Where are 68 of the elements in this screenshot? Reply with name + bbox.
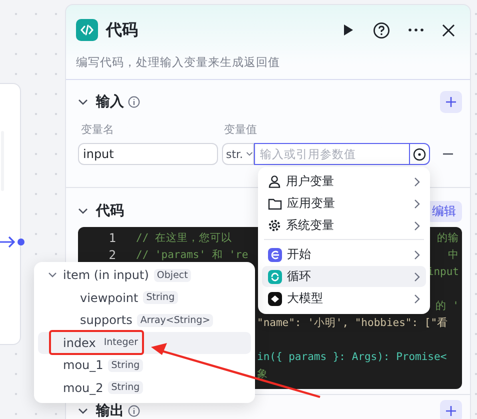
type-tag: Array<String> bbox=[137, 314, 214, 327]
code-text: 象 bbox=[257, 366, 268, 380]
run-icon[interactable] bbox=[341, 23, 355, 37]
code-text: 中 bbox=[448, 248, 459, 262]
section-title: 输入 bbox=[96, 93, 124, 111]
panel-title: 代码 bbox=[106, 20, 138, 40]
tree-item[interactable]: supports Array<String> bbox=[38, 309, 251, 332]
close-icon[interactable] bbox=[442, 24, 455, 36]
tree-item[interactable]: index Integer bbox=[38, 332, 251, 354]
loop-icon bbox=[268, 270, 282, 284]
connector-arrow-icon bbox=[0, 236, 26, 248]
more-icon[interactable] bbox=[408, 28, 424, 32]
tree-item[interactable]: item (in input) Object bbox=[38, 264, 251, 286]
plus-icon bbox=[446, 97, 456, 107]
menu-item[interactable]: 循环 bbox=[262, 266, 426, 287]
tree-item[interactable]: viewpoint String bbox=[38, 286, 251, 309]
line-number: 2 bbox=[108, 248, 116, 262]
chevron-icon bbox=[246, 151, 253, 157]
type-tag: Object bbox=[154, 268, 191, 282]
code-text: "name": '小明', "hobbies": ["看 bbox=[257, 316, 448, 330]
chevron-right-icon bbox=[414, 198, 420, 208]
variable-name-field[interactable]: input bbox=[78, 143, 218, 165]
type-tag: String bbox=[108, 358, 143, 372]
type-tag: String bbox=[143, 291, 178, 304]
code-text: // 在这里，您可以 bbox=[136, 230, 232, 244]
code-text: 的 ' bbox=[435, 298, 459, 312]
chevron-right-icon bbox=[414, 272, 420, 282]
help-icon[interactable] bbox=[373, 22, 390, 38]
plus-icon bbox=[446, 406, 456, 416]
column-label: 变量值 bbox=[224, 122, 257, 137]
person-icon bbox=[268, 175, 281, 188]
info-icon bbox=[128, 405, 140, 417]
chevron-right-icon bbox=[414, 250, 420, 260]
column-label: 变量名 bbox=[81, 122, 115, 137]
add-button[interactable] bbox=[440, 400, 462, 419]
panel-description: 编写代码，处理输入变量来生成返回值 bbox=[66, 42, 470, 80]
menu-item[interactable]: 大模型 bbox=[262, 288, 426, 309]
code-text: 的输 bbox=[437, 230, 459, 244]
model-icon bbox=[268, 292, 282, 306]
line-number: 1 bbox=[108, 230, 116, 244]
add-button[interactable] bbox=[440, 91, 462, 113]
tree-item[interactable]: mou_2 String bbox=[38, 376, 251, 399]
chevron-icon[interactable] bbox=[78, 99, 88, 105]
chevron-icon[interactable] bbox=[78, 408, 88, 414]
code-text: input bbox=[427, 266, 459, 278]
menu-item[interactable]: 应用变量 bbox=[262, 193, 426, 214]
tree-item[interactable]: mou_1 String bbox=[38, 354, 251, 376]
info-icon bbox=[128, 96, 140, 108]
section-title: 代码 bbox=[96, 202, 124, 220]
section-title: 输出 bbox=[96, 404, 124, 418]
start-node-icon bbox=[268, 248, 282, 262]
code-text: in({ params }: Args): Promise< bbox=[257, 350, 447, 362]
type-tag: String bbox=[108, 381, 143, 394]
code-icon bbox=[76, 19, 98, 41]
chevron-right-icon bbox=[414, 220, 420, 230]
value-input[interactable]: 输入或引用参数值 bbox=[255, 144, 409, 164]
type-select[interactable]: str. bbox=[222, 143, 254, 165]
chevron-right-icon bbox=[414, 294, 420, 304]
gear-icon bbox=[268, 219, 281, 232]
code-text: // 'params' 和 're bbox=[136, 248, 248, 262]
chevron-icon[interactable] bbox=[48, 272, 57, 278]
chevron-icon[interactable] bbox=[78, 208, 88, 214]
menu-item[interactable]: 用户变量 bbox=[262, 171, 426, 192]
menu-item[interactable]: 系统变量 bbox=[262, 215, 426, 236]
menu-item[interactable]: 开始 bbox=[262, 244, 426, 265]
variable-value-field[interactable]: 输入或引用参数值 bbox=[254, 143, 430, 165]
folder-icon bbox=[268, 198, 282, 210]
chevron-right-icon bbox=[414, 176, 420, 186]
